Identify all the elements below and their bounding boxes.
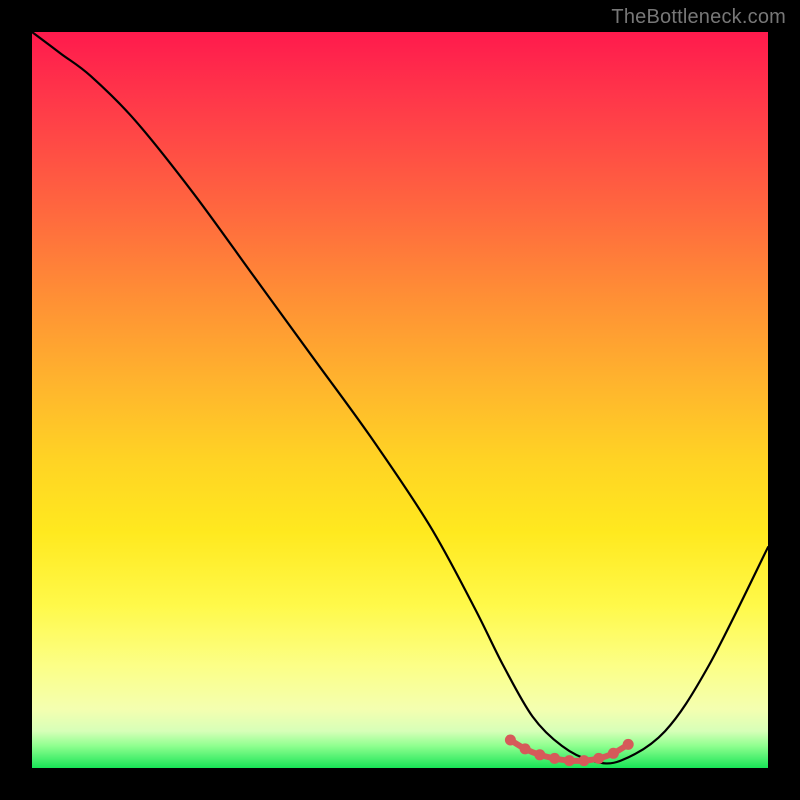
optimal-point	[564, 755, 575, 766]
optimal-point	[549, 753, 560, 764]
optimal-point	[623, 739, 634, 750]
optimal-point	[505, 735, 516, 746]
watermark-text: TheBottleneck.com	[611, 6, 786, 29]
optimal-point	[579, 755, 590, 766]
chart-svg	[32, 32, 768, 768]
optimal-point	[534, 749, 545, 760]
plot-area	[32, 32, 768, 768]
optimal-point	[520, 743, 531, 754]
chart-frame: TheBottleneck.com	[0, 0, 800, 800]
optimal-point	[608, 748, 619, 759]
bottleneck-curve	[32, 32, 768, 763]
optimal-point	[593, 753, 604, 764]
